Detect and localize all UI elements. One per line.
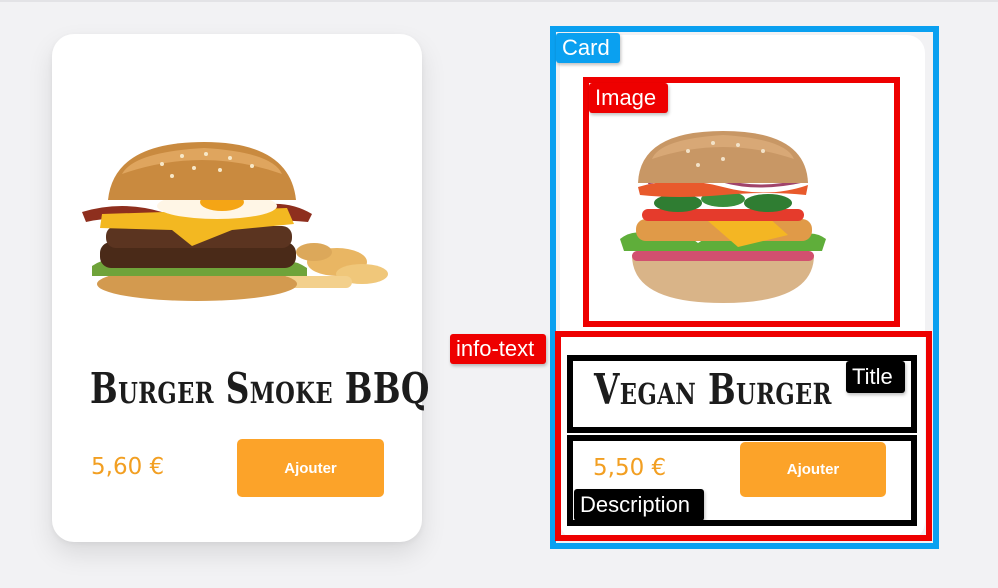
product-price: 5,60 € [91, 454, 165, 480]
add-to-cart-button[interactable]: Ajouter [237, 439, 384, 497]
info-text-annotation-label: info-text [450, 334, 547, 364]
card-annotation-label: Card [556, 33, 620, 63]
image-annotation-box [583, 77, 900, 327]
product-card-bbq: Burger Smoke BBQ 5,60 € Ajouter [52, 34, 429, 542]
image-annotation-label: Image [589, 83, 669, 113]
top-divider [0, 0, 998, 2]
description-annotation-label: Description [574, 489, 705, 521]
title-annotation-label: Title [846, 361, 905, 393]
burger-bbq-image [82, 142, 388, 301]
product-title: Burger Smoke BBQ [90, 364, 430, 413]
